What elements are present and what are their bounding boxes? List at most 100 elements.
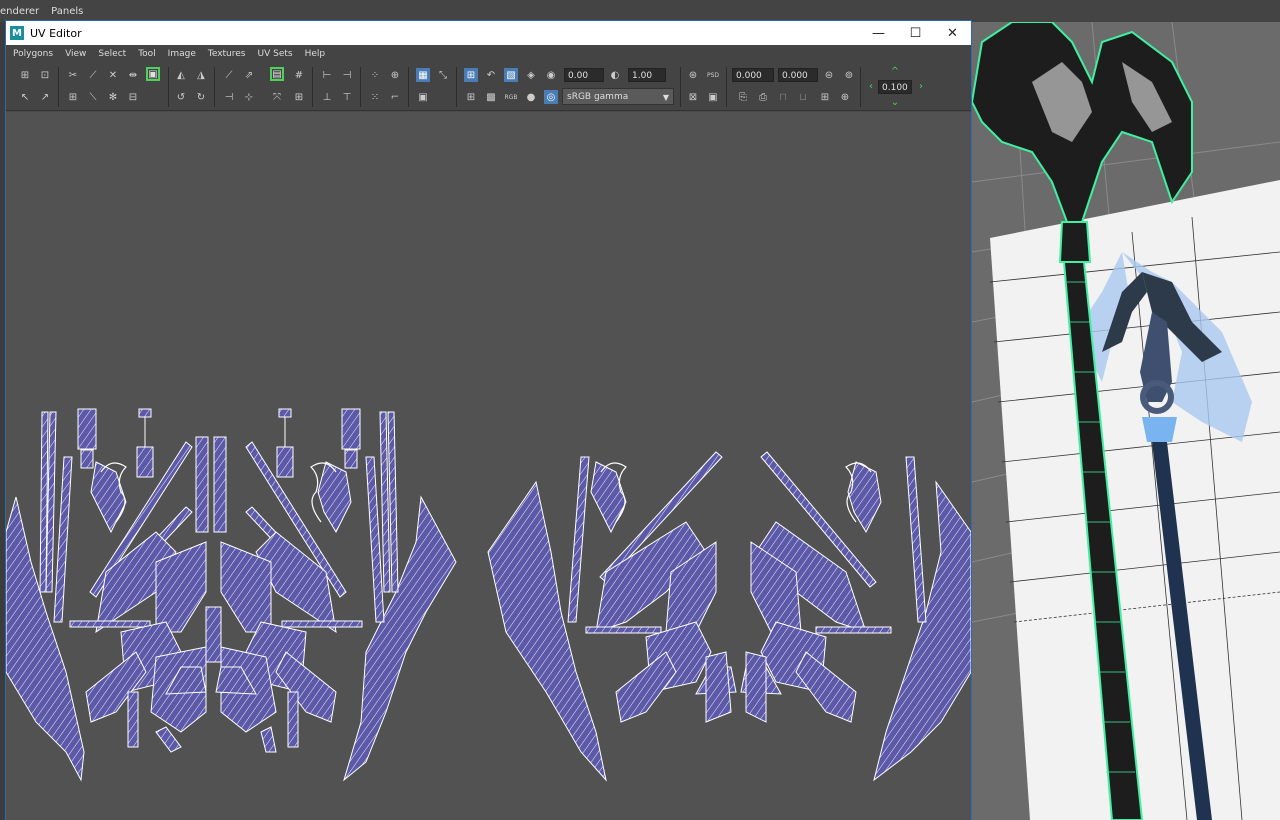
grid-icon[interactable]: ⊞ bbox=[464, 90, 478, 104]
image-icon[interactable]: ▣ bbox=[706, 90, 720, 104]
checker-pattern-icon[interactable]: ▩ bbox=[484, 90, 498, 104]
close-button[interactable]: ✕ bbox=[934, 21, 971, 45]
toolbar-separator bbox=[408, 67, 409, 107]
sew-uv-icon[interactable]: ⟋ bbox=[86, 68, 100, 82]
toolbar-separator bbox=[360, 67, 361, 107]
paste-v-icon[interactable]: ⊔ bbox=[796, 90, 810, 104]
rgb-channels-icon[interactable]: RGB bbox=[504, 90, 518, 104]
uv-shell-group-left bbox=[6, 408, 457, 782]
scatter-icon[interactable]: ⁙ bbox=[368, 90, 382, 104]
exposure-icon[interactable]: ◉ bbox=[544, 68, 558, 82]
toolbar-separator bbox=[168, 67, 169, 107]
snap-add-icon[interactable]: ⊕ bbox=[388, 68, 402, 82]
3d-viewport[interactable] bbox=[972, 22, 1280, 820]
corner-icon[interactable]: ⌐ bbox=[388, 90, 402, 104]
delete-uv-icon[interactable]: ✕ bbox=[106, 68, 120, 82]
menu-tool[interactable]: Tool bbox=[138, 49, 155, 59]
toolbar-separator bbox=[726, 67, 727, 107]
align-left-icon[interactable]: ⊣ bbox=[222, 90, 236, 104]
pixel-snap-icon[interactable]: ↶ bbox=[484, 68, 498, 82]
tile-icon[interactable]: ⁘ bbox=[368, 68, 382, 82]
menu-image[interactable]: Image bbox=[168, 49, 196, 59]
desktop: enderer Panels M UV Editor — ☐ ✕ Polygon… bbox=[0, 0, 1280, 820]
flip-v-icon[interactable]: ◮ bbox=[194, 68, 208, 82]
menu-select[interactable]: Select bbox=[98, 49, 126, 59]
nudge-up-icon[interactable]: ^ bbox=[888, 64, 902, 78]
paste-uv-icon[interactable]: ⎙ bbox=[756, 90, 770, 104]
align-diagonal-icon[interactable]: ⟋ bbox=[222, 68, 236, 82]
uv-canvas[interactable] bbox=[6, 112, 971, 820]
menu-renderer[interactable]: enderer bbox=[0, 6, 39, 17]
psd-icon[interactable]: PSD bbox=[706, 68, 720, 82]
shaded-uv-icon[interactable]: ▧ bbox=[504, 68, 518, 82]
nudge-left-icon[interactable]: ‹ bbox=[864, 79, 878, 93]
align-up-icon[interactable]: ⇗ bbox=[242, 68, 256, 82]
filter-icon[interactable]: ⊛ bbox=[686, 68, 700, 82]
arrow-select-icon[interactable]: ↖ bbox=[18, 90, 32, 104]
uv-editor-window[interactable]: M UV Editor — ☐ ✕ Polygons View Select T… bbox=[5, 20, 972, 820]
dim-image-icon[interactable]: ⤡ bbox=[436, 68, 450, 82]
gamma-icon[interactable]: ◐ bbox=[608, 68, 622, 82]
unfold-icon[interactable]: ▣ bbox=[146, 67, 160, 81]
app-menubar: enderer Panels bbox=[0, 0, 1280, 22]
select-uv-icon[interactable]: ⊡ bbox=[38, 68, 52, 82]
maya-logo-icon: M bbox=[10, 26, 24, 40]
straighten-icon[interactable]: ⟍ bbox=[86, 90, 100, 104]
color-sphere-icon[interactable]: ● bbox=[524, 90, 538, 104]
flip-u-icon[interactable]: ◭ bbox=[174, 68, 188, 82]
cut-uv-icon[interactable]: ✂ bbox=[66, 68, 80, 82]
image-range-icon[interactable]: ▣ bbox=[416, 90, 430, 104]
exposure-field[interactable]: 0.00 bbox=[564, 68, 604, 82]
image-display-icon[interactable]: ▦ bbox=[416, 68, 430, 82]
snowflake-icon[interactable]: ✻ bbox=[106, 90, 120, 104]
menu-textures[interactable]: Textures bbox=[208, 49, 246, 59]
window-title: UV Editor bbox=[30, 26, 82, 40]
colorspace-value: sRGB gamma bbox=[567, 92, 629, 102]
rotate-ccw-icon[interactable]: ↺ bbox=[174, 90, 188, 104]
menu-panels[interactable]: Panels bbox=[51, 6, 83, 17]
uv-toolkit-icon[interactable]: ⊕ bbox=[838, 90, 852, 104]
align-max-v-icon[interactable]: ⊤ bbox=[340, 90, 354, 104]
uv-layout bbox=[6, 408, 971, 782]
cycle-uv-icon[interactable]: ⊞ bbox=[818, 90, 832, 104]
menu-polygons[interactable]: Polygons bbox=[13, 49, 53, 59]
paste-u-icon[interactable]: ⊓ bbox=[776, 90, 790, 104]
copy-uv-icon[interactable]: ⎘ bbox=[736, 90, 750, 104]
grid-display-icon[interactable]: ⊞ bbox=[464, 68, 478, 82]
u-value-field[interactable]: 0.000 bbox=[732, 68, 774, 82]
distribute-icon[interactable]: ⤧ bbox=[270, 90, 284, 104]
view-transform-icon[interactable]: ◎ bbox=[544, 90, 558, 104]
move-sew-icon[interactable]: ⇹ bbox=[126, 68, 140, 82]
select-uv-shell-icon[interactable]: ⊞ bbox=[18, 68, 32, 82]
grid-snap-icon[interactable]: # bbox=[292, 68, 306, 82]
align-min-v-icon[interactable]: ⊥ bbox=[320, 90, 334, 104]
chevron-down-icon: ▼ bbox=[662, 93, 669, 102]
layout-icon[interactable]: ⊞ bbox=[66, 90, 80, 104]
hide-icon[interactable]: ⊠ bbox=[686, 90, 700, 104]
rotate-cw-icon[interactable]: ↻ bbox=[194, 90, 208, 104]
grid-uv-icon[interactable]: ⊟ bbox=[126, 90, 140, 104]
arrow-drag-icon[interactable]: ↗ bbox=[38, 90, 52, 104]
v-value-field[interactable]: 0.000 bbox=[778, 68, 818, 82]
checker-icon[interactable]: ◈ bbox=[524, 68, 538, 82]
align-center-icon[interactable]: ⊹ bbox=[242, 90, 256, 104]
gamma-field[interactable]: 1.00 bbox=[628, 68, 666, 82]
magnet-icon[interactable]: ⊚ bbox=[842, 68, 856, 82]
menu-uv-sets[interactable]: UV Sets bbox=[258, 49, 293, 59]
colorspace-select[interactable]: sRGB gamma ▼ bbox=[562, 88, 674, 105]
align-min-u-icon[interactable]: ⊢ bbox=[320, 68, 334, 82]
step-field[interactable]: 0.100 bbox=[878, 80, 912, 94]
menu-help[interactable]: Help bbox=[305, 49, 326, 59]
menu-view[interactable]: View bbox=[65, 49, 86, 59]
maximize-button[interactable]: ☐ bbox=[897, 21, 934, 45]
layout-uv-icon[interactable]: ▤ bbox=[270, 67, 284, 81]
nudge-down-icon[interactable]: ⌄ bbox=[888, 95, 902, 109]
toolbar-separator bbox=[860, 67, 861, 107]
relative-transform-icon[interactable]: ⊜ bbox=[822, 68, 836, 82]
title-bar[interactable]: M UV Editor — ☐ ✕ bbox=[6, 21, 971, 45]
align-max-u-icon[interactable]: ⊣ bbox=[340, 68, 354, 82]
uv-menubar: Polygons View Select Tool Image Textures… bbox=[6, 45, 971, 63]
minimize-button[interactable]: — bbox=[860, 21, 897, 45]
stack-icon[interactable]: ⊞ bbox=[292, 90, 306, 104]
nudge-right-icon[interactable]: › bbox=[914, 79, 928, 93]
